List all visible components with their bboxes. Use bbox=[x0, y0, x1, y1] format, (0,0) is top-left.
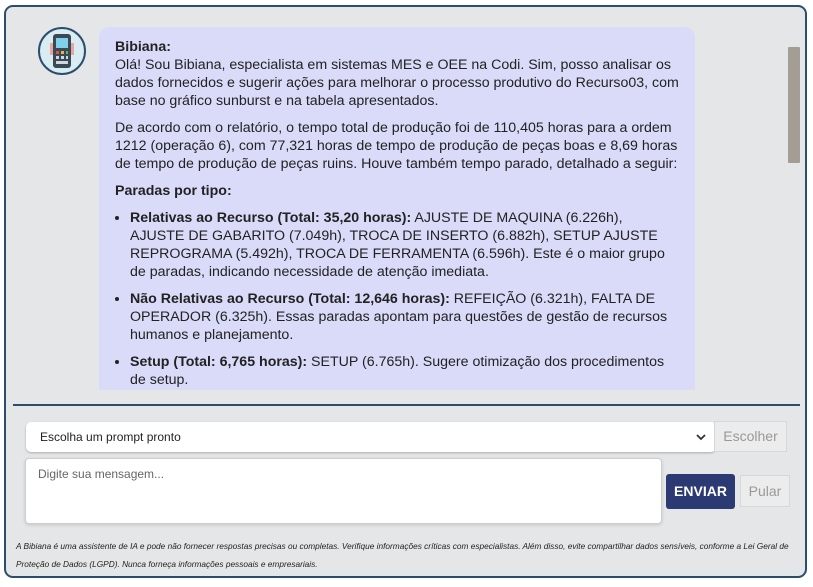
list-item-title: Não Relativas ao Recurso (Total: 12,646 … bbox=[130, 291, 450, 307]
robot-avatar-icon bbox=[38, 27, 86, 75]
prompt-select[interactable]: Escolha um prompt pronto bbox=[26, 422, 716, 452]
choose-button[interactable]: Escolher bbox=[714, 421, 787, 452]
disclaimer-text: A Bibiana é uma assistente de IA e pode … bbox=[16, 541, 789, 569]
list-item: Não Relativas ao Recurso (Total: 12,646 … bbox=[130, 290, 679, 344]
send-button[interactable]: ENVIAR bbox=[666, 474, 735, 509]
assistant-message-bubble: Bibiana: Olá! Sou Bibiana, especialista … bbox=[99, 27, 695, 390]
stoppage-list: Relativas ao Recurso (Total: 35,20 horas… bbox=[115, 209, 679, 389]
list-item: Relativas ao Recurso (Total: 35,20 horas… bbox=[130, 209, 679, 281]
list-item: Setup (Total: 6,765 horas): SETUP (6.765… bbox=[130, 353, 679, 389]
message-sender: Bibiana: bbox=[115, 39, 171, 55]
list-item-title: Relativas ao Recurso (Total: 35,20 horas… bbox=[130, 210, 412, 226]
message-input[interactable]: Digite sua mensagem... bbox=[25, 458, 662, 524]
message-report: De acordo com o relatório, o tempo total… bbox=[115, 120, 678, 172]
divider bbox=[13, 404, 800, 406]
chat-scrollbar-thumb[interactable] bbox=[788, 47, 800, 163]
prompt-select-value: Escolha um prompt pronto bbox=[40, 430, 181, 444]
chat-messages[interactable]: Bibiana: Olá! Sou Bibiana, especialista … bbox=[6, 7, 805, 390]
list-item-title: Setup (Total: 6,765 horas): bbox=[130, 354, 308, 370]
message-section-title: Paradas por tipo: bbox=[115, 183, 232, 199]
chevron-down-icon bbox=[696, 434, 706, 441]
message-placeholder: Digite sua mensagem... bbox=[38, 467, 165, 481]
chat-panel: Bibiana: Olá! Sou Bibiana, especialista … bbox=[4, 5, 807, 578]
skip-button[interactable]: Pular bbox=[740, 475, 790, 507]
message-intro: Olá! Sou Bibiana, especialista em sistem… bbox=[115, 57, 679, 109]
